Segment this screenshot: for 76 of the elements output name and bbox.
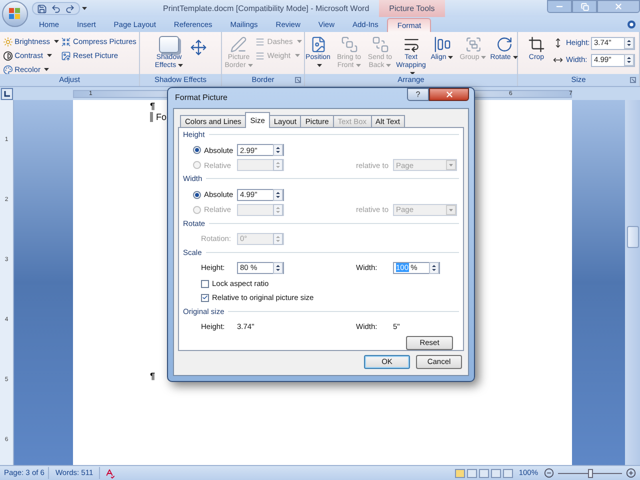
scroll-thumb[interactable]: [626, 226, 638, 248]
caret-icon: [481, 56, 486, 59]
spinner-arrows-icon[interactable]: [273, 144, 283, 156]
context-tab-label: Picture Tools: [379, 0, 445, 17]
launcher-icon[interactable]: [630, 77, 636, 83]
spinner-arrows-icon[interactable]: [429, 262, 439, 274]
redo-icon[interactable]: [65, 4, 75, 14]
caret-icon: [54, 40, 60, 43]
pen-icon: [230, 36, 248, 52]
shrink-icon: [61, 36, 72, 46]
help-button[interactable]: ?: [407, 88, 429, 101]
zoom-out-icon[interactable]: [544, 468, 554, 478]
check-icon: [202, 294, 208, 302]
paragraph-mark: ¶: [150, 370, 156, 382]
save-icon[interactable]: [37, 4, 47, 14]
sun-icon: [2, 36, 13, 46]
close-icon: [614, 2, 623, 11]
lines-icon: [255, 50, 266, 60]
caret-icon: [46, 54, 52, 57]
view-button[interactable]: [490, 468, 501, 478]
view-button[interactable]: [502, 468, 513, 478]
caret-icon: [296, 40, 302, 43]
view-button[interactable]: [478, 468, 489, 478]
spin-field[interactable]: [237, 159, 284, 172]
restore-button[interactable]: [572, 0, 597, 13]
width-icon: [553, 55, 563, 65]
caret-icon: [446, 160, 456, 170]
restore-icon: [580, 2, 588, 10]
caret-icon: [386, 64, 392, 67]
group-icon: [464, 36, 482, 52]
image-icon: [61, 50, 72, 60]
caret-icon: [448, 56, 454, 59]
caret-icon: [316, 64, 322, 67]
caret-icon: [248, 64, 253, 67]
proofing-icon[interactable]: [104, 468, 116, 478]
layers-icon: [340, 36, 358, 52]
image-file-icon: [310, 36, 326, 52]
spinner-arrows-icon[interactable]: [273, 188, 283, 200]
minimize-button[interactable]: [547, 0, 572, 13]
contrast-icon: [2, 50, 13, 60]
view-button[interactable]: [454, 468, 465, 478]
layers-icon: [372, 36, 388, 52]
spinner-arrows-icon[interactable]: [624, 54, 634, 66]
caret-icon: [82, 7, 87, 10]
close-button[interactable]: [429, 88, 469, 101]
spin-field[interactable]: [237, 204, 284, 216]
slider-thumb[interactable]: [588, 468, 593, 478]
tab-selector[interactable]: [1, 88, 13, 100]
height-icon: [553, 38, 563, 48]
launcher-icon[interactable]: [295, 77, 301, 83]
caret-icon: [44, 68, 50, 71]
caret-icon: [294, 54, 300, 57]
window-title: PrintTemplate.docm [Compatibility Mode] - Microsoft Word: [163, 2, 370, 14]
shadow-box-icon: [159, 36, 179, 52]
crop-icon: [528, 36, 545, 52]
caret-icon: [512, 56, 518, 59]
caret-icon: [178, 64, 184, 67]
spinner-arrows-icon[interactable]: [273, 262, 283, 274]
spinner-arrows-icon[interactable]: [624, 37, 634, 49]
rotate-icon: [496, 36, 512, 52]
close-icon: [444, 90, 454, 99]
lines-icon: [255, 36, 266, 46]
undo-icon[interactable]: [51, 4, 61, 14]
tab-stop-icon: [4, 90, 10, 96]
move-arrows-icon: [190, 39, 206, 56]
paragraph-mark: ¶: [150, 100, 156, 112]
caret-icon: [356, 64, 361, 67]
zoom-in-icon[interactable]: [626, 468, 636, 478]
view-button[interactable]: [466, 468, 477, 478]
vertical-scrollbar[interactable]: [625, 100, 640, 465]
help-icon[interactable]: [627, 20, 636, 29]
align-icon: [434, 36, 450, 52]
dialog-title: Format Picture: [174, 92, 228, 104]
palette-icon: [2, 64, 13, 74]
caret-icon: [446, 204, 456, 214]
office-logo: [9, 8, 21, 20]
